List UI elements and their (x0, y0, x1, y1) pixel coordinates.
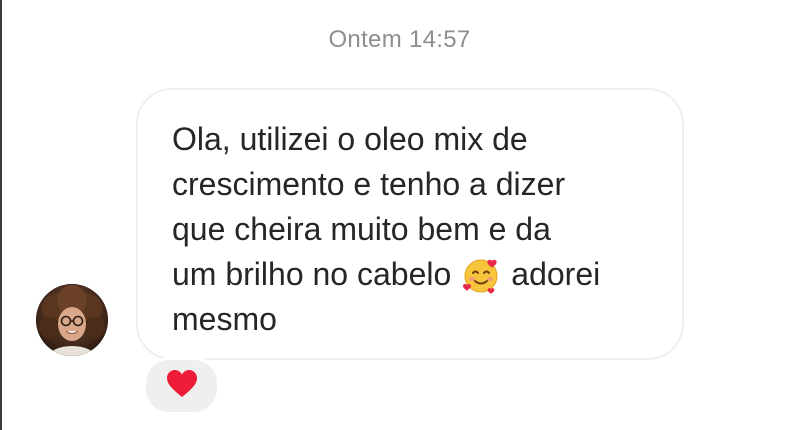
window-edge (0, 0, 2, 430)
message-timestamp: Ontem 14:57 (328, 26, 471, 53)
message-line: que cheira muito bem e da (172, 211, 551, 247)
message-line: crescimento e tenho a dizer (172, 166, 566, 202)
message-line: mesmo (172, 301, 277, 337)
message-line-suffix: adorei (511, 256, 601, 292)
reaction-badge[interactable] (143, 357, 220, 415)
message-bubble[interactable]: Ola, utilizei o oleo mix de crescimento … (136, 88, 684, 360)
message-line-text: um brilho no cabelo (172, 256, 452, 292)
red-heart-icon (166, 369, 198, 404)
message-line-with-emoji: um brilho no cabelo adorei (172, 252, 652, 297)
smiling-face-with-hearts-icon (461, 255, 501, 295)
sender-avatar[interactable] (36, 284, 108, 356)
message-line: Ola, utilizei o oleo mix de (172, 121, 528, 157)
